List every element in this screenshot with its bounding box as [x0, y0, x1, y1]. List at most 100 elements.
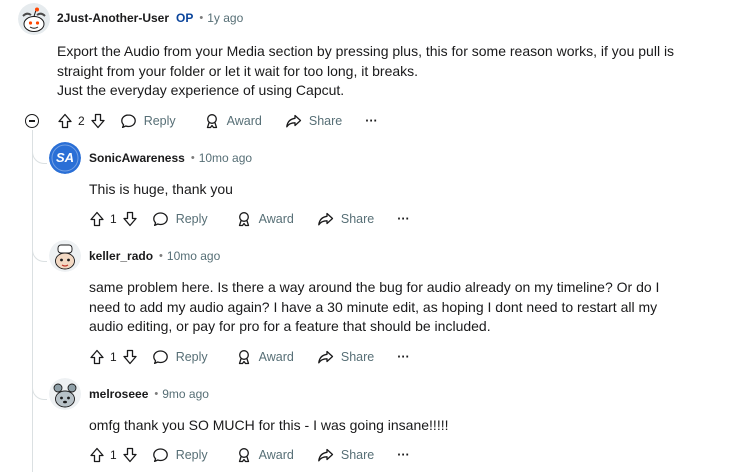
award-label: Award — [258, 350, 294, 364]
separator-dot: • — [190, 152, 195, 164]
award-button[interactable]: Award — [236, 211, 294, 227]
share-button[interactable]: Share — [317, 447, 374, 463]
comment-actions: 1 Reply Award Share ··· — [89, 444, 410, 466]
award-icon — [206, 114, 217, 129]
award-button[interactable]: Award — [236, 349, 294, 365]
more-options-icon: ··· — [397, 212, 410, 226]
upvote-icon — [90, 211, 104, 227]
vote-count: 1 — [110, 350, 117, 364]
comment-body: This is huge, thank you — [89, 180, 233, 200]
share-icon — [318, 448, 334, 462]
award-button[interactable]: Award — [236, 447, 294, 463]
reply-icon — [152, 448, 168, 463]
comment-body: Export the Audio from your Media section… — [57, 42, 674, 101]
avatar[interactable] — [49, 240, 81, 272]
comment-header: keller_rado • 10mo ago — [89, 249, 220, 263]
award-button[interactable]: Award — [204, 113, 262, 129]
more-options-icon: ··· — [397, 448, 410, 462]
reply-icon — [152, 350, 168, 365]
username[interactable]: melroseee — [89, 387, 148, 401]
reply-icon — [120, 114, 136, 129]
timestamp[interactable]: 9mo ago — [162, 387, 209, 401]
upvote-button[interactable] — [57, 113, 73, 129]
comment-line: audio editing, or pay for pro for a feat… — [89, 318, 491, 334]
separator-dot: • — [154, 388, 159, 400]
reply-button[interactable]: Reply — [152, 211, 208, 227]
reply-label: Reply — [175, 448, 208, 462]
avatar-initials: SA — [55, 150, 75, 165]
downvote-icon — [123, 447, 137, 463]
award-icon — [238, 350, 249, 365]
downvote-button[interactable] — [122, 349, 138, 365]
more-options-icon: ··· — [397, 350, 410, 364]
separator-dot: • — [159, 250, 163, 262]
comment-header: 2Just-Another-User OP • 1y ago — [57, 11, 243, 25]
comment-line: This is huge, thank you — [89, 181, 233, 197]
award-icon — [238, 448, 249, 463]
comment-actions: 2 Reply Award Share ··· — [57, 110, 378, 132]
share-button[interactable]: Share — [317, 211, 374, 227]
share-icon — [318, 350, 334, 364]
award-icon — [238, 212, 249, 227]
upvote-icon — [90, 349, 104, 365]
comment-header: melroseee • 9mo ago — [89, 387, 209, 401]
more-options-icon: ··· — [365, 114, 378, 128]
more-options-button[interactable]: ··· — [397, 448, 410, 462]
reply-label: Reply — [143, 114, 176, 128]
username[interactable]: 2Just-Another-User — [57, 11, 169, 25]
comment-body: same problem here. Is there a way around… — [89, 278, 659, 337]
comment-actions: 1 Reply Award Share ··· — [89, 208, 410, 230]
vote-count: 1 — [110, 448, 117, 462]
vote-count: 1 — [110, 212, 117, 226]
avatar[interactable] — [18, 3, 50, 35]
comment-header: SonicAwareness • 10mo ago — [89, 151, 252, 165]
share-label: Share — [340, 350, 375, 364]
timestamp[interactable]: 10mo ago — [167, 249, 220, 263]
share-button[interactable]: Share — [285, 113, 342, 129]
timestamp[interactable]: 10mo ago — [199, 151, 252, 165]
share-label: Share — [308, 114, 343, 128]
separator-dot: • — [199, 12, 204, 24]
share-label: Share — [340, 448, 375, 462]
reply-label: Reply — [175, 212, 208, 226]
upvote-button[interactable] — [89, 349, 105, 365]
downvote-button[interactable] — [122, 211, 138, 227]
award-label: Award — [226, 114, 262, 128]
comment-line: omfg thank you SO MUCH for this - I was … — [89, 417, 449, 433]
share-button[interactable]: Share — [317, 349, 374, 365]
upvote-icon — [90, 447, 104, 463]
comment-line: straight from your folder or let it wait… — [57, 62, 419, 79]
share-icon — [286, 114, 302, 128]
more-options-button[interactable]: ··· — [397, 350, 410, 364]
reply-button[interactable]: Reply — [120, 113, 176, 129]
upvote-button[interactable] — [89, 211, 105, 227]
downvote-button[interactable] — [122, 447, 138, 463]
avatar[interactable] — [49, 378, 81, 410]
reply-button[interactable]: Reply — [152, 349, 208, 365]
vote-count: 2 — [78, 114, 85, 128]
reply-button[interactable]: Reply — [152, 447, 208, 463]
comment-actions: 1 Reply Award Share ··· — [89, 346, 410, 368]
thread-connector — [32, 381, 47, 400]
upvote-icon — [58, 113, 72, 129]
more-options-button[interactable]: ··· — [397, 212, 410, 226]
reply-label: Reply — [175, 350, 208, 364]
avatar[interactable]: SA — [49, 142, 81, 174]
downvote-button[interactable] — [90, 113, 106, 129]
comment-line: need to add my audio again? I have a 30 … — [89, 298, 658, 315]
share-label: Share — [340, 212, 375, 226]
username[interactable]: SonicAwareness — [89, 151, 185, 165]
comment-line: Export the Audio from your Media section… — [57, 43, 675, 59]
username[interactable]: keller_rado — [89, 249, 153, 263]
thread-line-main — [32, 130, 33, 472]
downvote-icon — [123, 349, 137, 365]
comment-line: same problem here. Is there a way around… — [89, 279, 660, 295]
share-icon — [318, 212, 334, 226]
more-options-button[interactable]: ··· — [365, 114, 378, 128]
comment-line: Just the everyday experience of using Ca… — [57, 82, 345, 98]
award-label: Award — [258, 212, 294, 226]
upvote-button[interactable] — [89, 447, 105, 463]
timestamp[interactable]: 1y ago — [207, 11, 243, 25]
collapse-thread-button[interactable] — [25, 114, 39, 128]
downvote-icon — [123, 211, 137, 227]
